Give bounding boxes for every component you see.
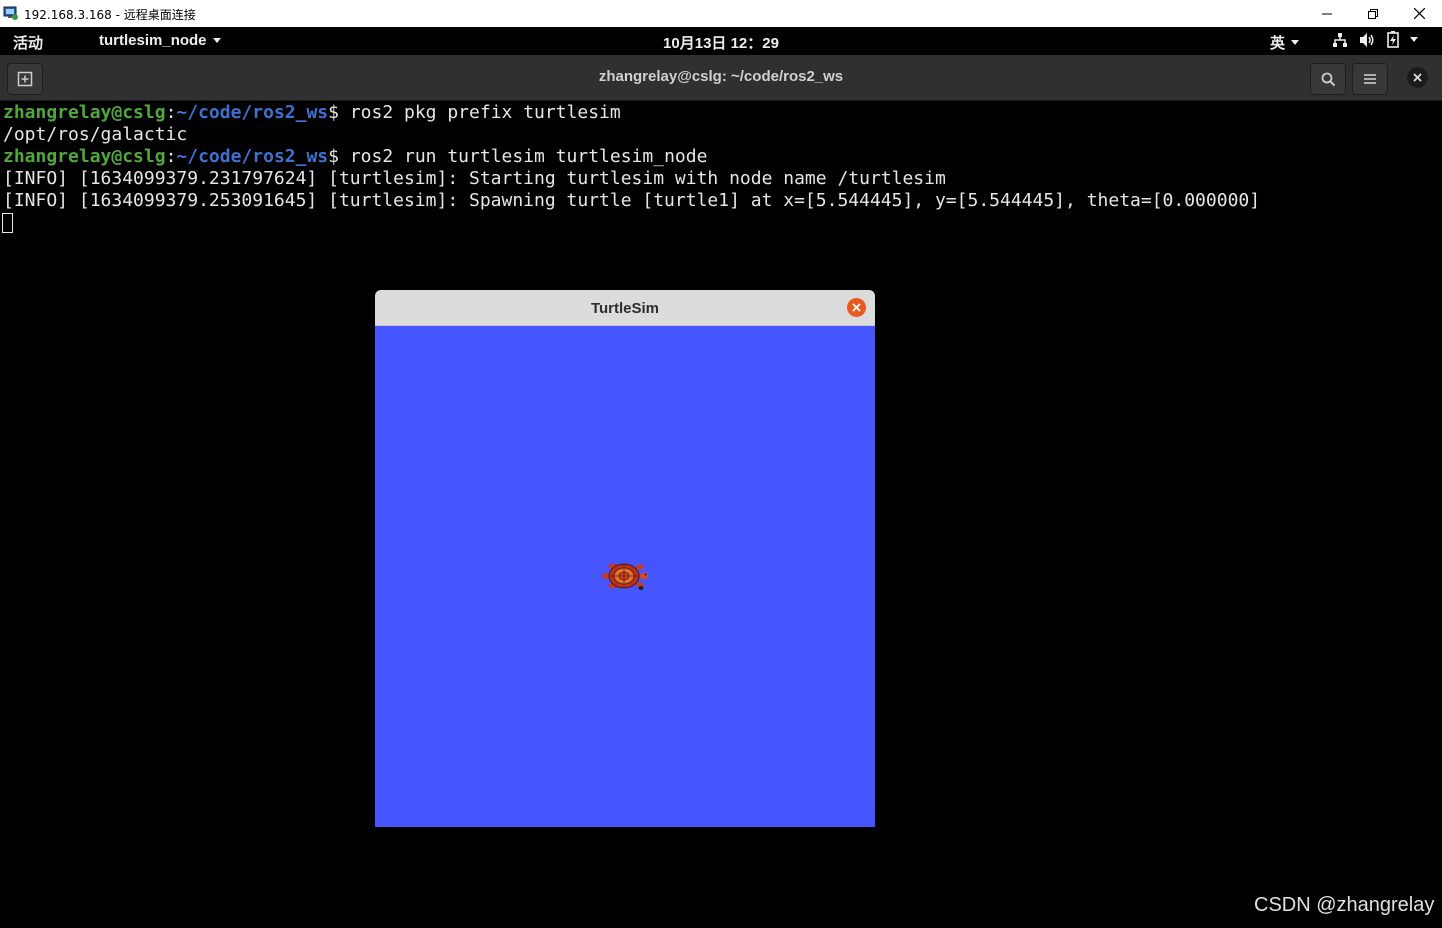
terminal-headerbar: zhangrelay@cslg: ~/code/ros2_ws — [0, 55, 1442, 101]
volume-icon — [1360, 32, 1374, 47]
search-icon — [1321, 72, 1335, 86]
turtlesim-close-button[interactable] — [847, 298, 866, 317]
rdp-title-bar: 192.168.3.168 - 远程桌面连接 — [0, 0, 1442, 27]
terminal-title: zhangrelay@cslg: ~/code/ros2_ws — [598, 68, 844, 85]
menu-button[interactable] — [1352, 63, 1388, 95]
prompt-user: zhangrelay@cslg — [3, 102, 166, 123]
close-icon — [1413, 73, 1422, 82]
clock[interactable]: 10月13日 12：29 — [663, 35, 779, 52]
restore-button[interactable] — [1350, 0, 1396, 27]
terminal-close-button[interactable] — [1407, 67, 1428, 88]
caret-down-icon — [1291, 40, 1300, 45]
terminal-line: zhangrelay@cslg:~/code/ros2_ws$ ros2 pkg… — [3, 102, 621, 124]
prompt-separator: : — [165, 102, 177, 123]
command-text: ros2 run turtlesim turtlesim_node — [349, 146, 708, 167]
watermark: CSDN @zhangrelay — [1254, 894, 1435, 916]
gnome-top-bar: 活动 turtlesim_node 10月13日 12：29 英 — [0, 27, 1442, 55]
input-method-label: 英 — [1270, 35, 1286, 52]
menu-icon — [1364, 74, 1376, 84]
restore-icon — [1368, 8, 1378, 19]
prompt-dollar: $ — [328, 102, 350, 123]
terminal-line: zhangrelay@cslg:~/code/ros2_ws$ ros2 run… — [3, 146, 707, 168]
terminal-cursor — [2, 213, 13, 233]
battery-icon — [1387, 31, 1399, 48]
system-menu[interactable] — [1332, 31, 1418, 48]
rdp-app-icon — [3, 6, 18, 20]
command-text: ros2 pkg prefix turtlesim — [349, 102, 621, 123]
terminal-output-line: [INFO] [1634099379.231797624] [turtlesim… — [3, 168, 946, 189]
prompt-path: ~/code/ros2_ws — [176, 146, 329, 167]
search-button[interactable] — [1310, 63, 1346, 95]
turtlesim-window: TurtleSim — [375, 290, 875, 827]
close-button[interactable] — [1396, 0, 1442, 27]
minimize-button[interactable] — [1304, 0, 1350, 27]
turtlesim-title: TurtleSim — [590, 300, 660, 317]
turtle-icon — [602, 563, 648, 590]
close-icon — [1413, 8, 1425, 19]
turtlesim-canvas — [375, 326, 875, 827]
prompt-separator: : — [165, 146, 177, 167]
turtlesim-title-bar[interactable]: TurtleSim — [375, 290, 875, 326]
caret-down-icon — [1410, 37, 1418, 42]
rdp-window-title: 192.168.3.168 - 远程桌面连接 — [24, 8, 196, 22]
terminal-output-line: /opt/ros/galactic — [3, 124, 188, 145]
prompt-path: ~/code/ros2_ws — [176, 102, 329, 123]
network-icon — [1333, 32, 1347, 47]
close-icon — [852, 303, 861, 312]
terminal-output-line: [INFO] [1634099379.253091645] [turtlesim… — [3, 190, 1261, 211]
prompt-user: zhangrelay@cslg — [3, 146, 166, 167]
input-method-menu[interactable]: 英 — [1270, 32, 1300, 53]
prompt-dollar: $ — [328, 146, 350, 167]
minimize-icon — [1322, 13, 1332, 14]
